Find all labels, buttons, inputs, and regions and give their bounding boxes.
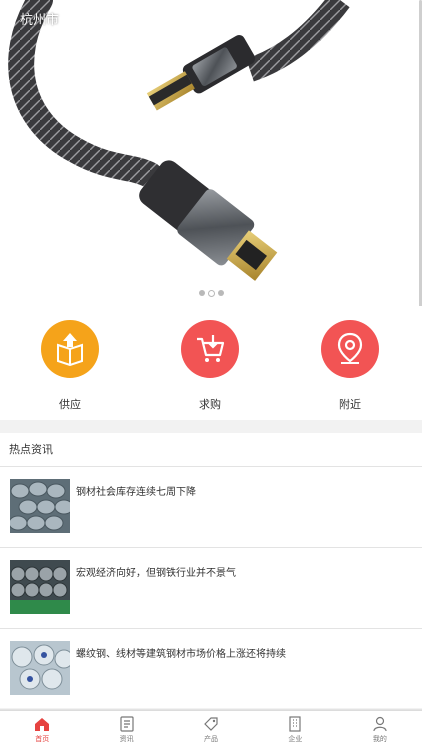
quick-link-label: 求购 (199, 398, 221, 411)
tab-home[interactable]: 首页 (0, 711, 84, 751)
news-item[interactable]: 钢材社会库存连续七周下降 (0, 467, 422, 548)
news-thumbnail (10, 560, 70, 614)
tab-label: 资讯 (119, 735, 134, 743)
tab-label: 首页 (35, 735, 50, 743)
section-title: 热点资讯 (0, 433, 422, 467)
tab-news[interactable]: 资讯 (84, 711, 168, 751)
quick-link-supply[interactable]: 供应 (30, 320, 110, 412)
quick-link-label: 供应 (59, 398, 81, 411)
news-item[interactable]: 宏观经济向好，但钢铁行业并不景气 (0, 548, 422, 629)
quick-links: 供应 求购 附近 (0, 306, 422, 420)
chevron-down-icon (61, 16, 71, 22)
tab-me[interactable]: 我的 (338, 711, 422, 751)
user-icon (373, 716, 387, 732)
news-title: 宏观经济向好，但钢铁行业并不景气 (76, 568, 236, 579)
hdmi-cable-image (8, 0, 350, 281)
bottom-tab-bar: 首页 资讯 产品 企业 我的 (0, 710, 422, 751)
quick-link-nearby[interactable]: 附近 (310, 320, 390, 412)
news-title: 螺纹钢、线材等建筑钢材市场价格上涨还将持续 (76, 649, 286, 660)
purchase-cart-icon (181, 320, 239, 378)
news-thumbnail (10, 641, 70, 695)
carousel-indicator (0, 290, 422, 297)
tab-label: 产品 (204, 735, 219, 743)
quick-link-label: 附近 (339, 398, 361, 411)
home-icon (35, 718, 50, 731)
carousel-dot[interactable] (198, 290, 205, 296)
news-thumbnail (10, 479, 70, 533)
quick-link-purchase[interactable]: 求购 (170, 320, 250, 412)
news-title: 钢材社会库存连续七周下降 (76, 487, 196, 498)
banner-carousel[interactable]: 杭州市 (0, 0, 422, 306)
building-icon (289, 716, 302, 732)
hot-news-section: 热点资讯 钢材社会库存连续七周下降 宏观经济向好，但钢铁行业并不景气 螺纹钢、线… (0, 433, 422, 710)
location-pin-icon (321, 320, 379, 378)
city-label: 杭州市 (20, 13, 60, 28)
carousel-dot[interactable] (217, 290, 224, 296)
tab-companies[interactable]: 企业 (253, 711, 337, 751)
news-item[interactable]: 螺纹钢、线材等建筑钢材市场价格上涨还将持续 (0, 629, 422, 710)
news-icon (120, 716, 134, 732)
supply-box-icon (41, 320, 99, 378)
tab-label: 我的 (372, 735, 387, 743)
carousel-dot-active[interactable] (207, 290, 215, 297)
tab-label: 企业 (288, 735, 303, 743)
city-selector[interactable]: 杭州市 (20, 9, 71, 28)
tag-icon (204, 717, 218, 731)
tab-products[interactable]: 产品 (169, 711, 253, 751)
